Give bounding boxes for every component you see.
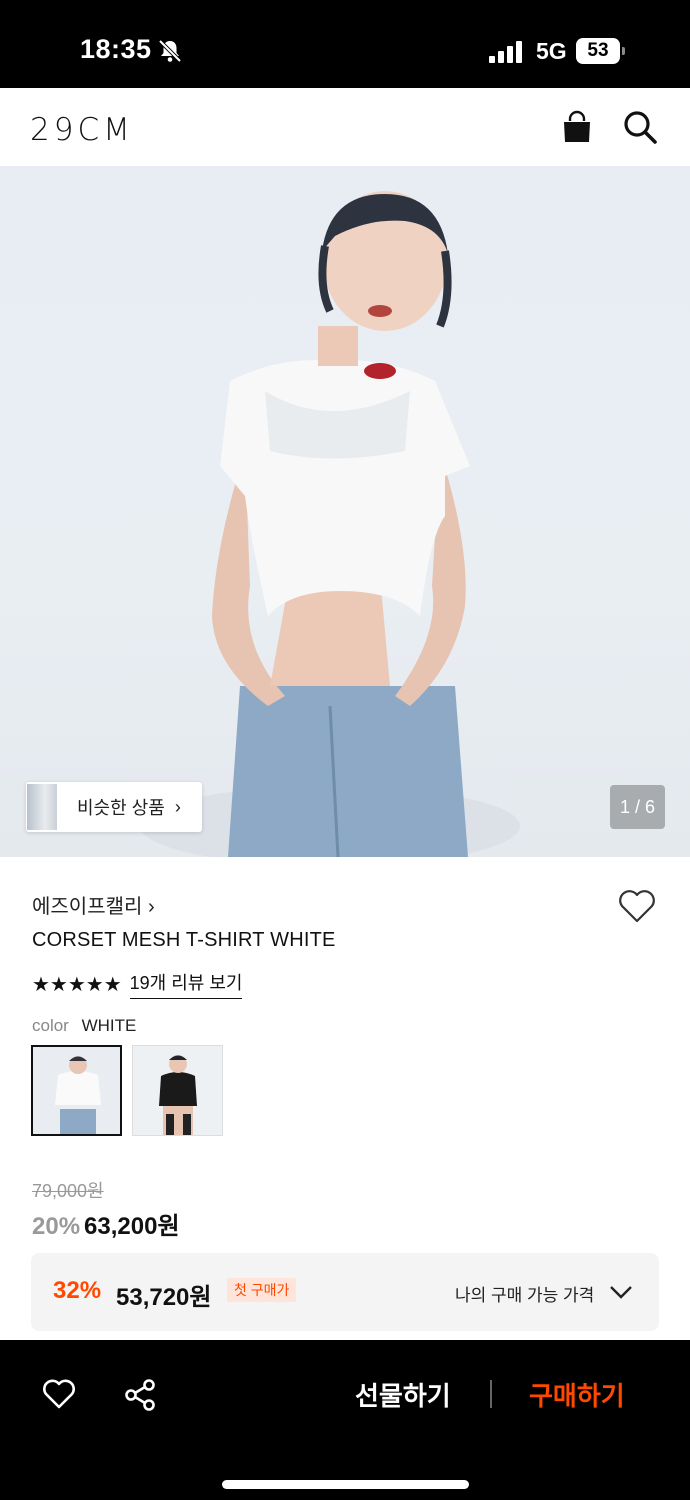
battery-level: 53 [576,38,620,64]
my-price-label: 나의 구매 가능 가격 [455,1286,595,1305]
brand-link[interactable]: 에즈이프캘리 › [32,890,155,919]
battery-icon: 53 [576,38,626,64]
similar-product-thumbnail [27,784,57,830]
shopping-bag-icon[interactable] [560,110,594,144]
share-icon[interactable] [123,1378,157,1412]
similar-products-button[interactable]: 비슷한 상품 › [26,782,202,832]
search-icon[interactable] [622,109,658,145]
price-row: 20% 63,200원 [32,1206,180,1241]
original-price: 79,000원 [32,1181,104,1201]
status-time: 18:35 [80,34,152,64]
chevron-right-icon: › [174,796,181,817]
heart-icon[interactable] [42,1378,76,1410]
product-photo [140,191,520,857]
bell-muted-icon [158,39,182,63]
color-swatch-black[interactable] [132,1045,223,1136]
product-image-carousel[interactable]: 비슷한 상품 › 1 / 6 [0,166,690,857]
rating-row: ★★★★★ 19개 리뷰 보기 [32,969,243,999]
wishlist-heart-icon[interactable] [617,887,657,925]
bottom-action-bar: 선물하기 구매하기 [0,1340,690,1500]
reviews-link[interactable]: 19개 리뷰 보기 [129,969,243,999]
color-value: WHITE [81,1016,137,1035]
image-page-indicator: 1 / 6 [610,785,665,829]
discount-rate: 20% [32,1213,81,1240]
buy-button[interactable]: 구매하기 [529,1376,625,1413]
product-title: CORSET MESH T-SHIRT WHITE [32,929,336,951]
star-rating-icon: ★★★★★ [32,973,122,996]
color-swatch-white[interactable] [31,1045,122,1136]
color-key: color [32,1016,69,1035]
button-divider [490,1380,492,1408]
logo[interactable]: 29CM [30,112,134,148]
home-indicator[interactable] [222,1480,469,1489]
color-selector-label: color WHITE [32,1016,136,1036]
signal-icon [489,41,522,63]
chevron-down-icon[interactable] [609,1283,633,1301]
status-bar: 18:35 5G 53 [0,0,690,88]
first-purchase-price: 53,720원 [116,1284,212,1311]
first-purchase-price-panel[interactable]: 32% 53,720원 첫 구매가 나의 구매 가능 가격 [31,1253,659,1331]
gift-button[interactable]: 선물하기 [355,1376,451,1413]
sale-price: 63,200원 [84,1213,180,1240]
first-purchase-discount: 32% [53,1277,102,1304]
network-type: 5G [536,38,567,64]
first-purchase-badge: 첫 구매가 [227,1278,297,1302]
app-header: 29CM [0,88,690,166]
similar-products-label: 비슷한 상품 [77,798,165,818]
